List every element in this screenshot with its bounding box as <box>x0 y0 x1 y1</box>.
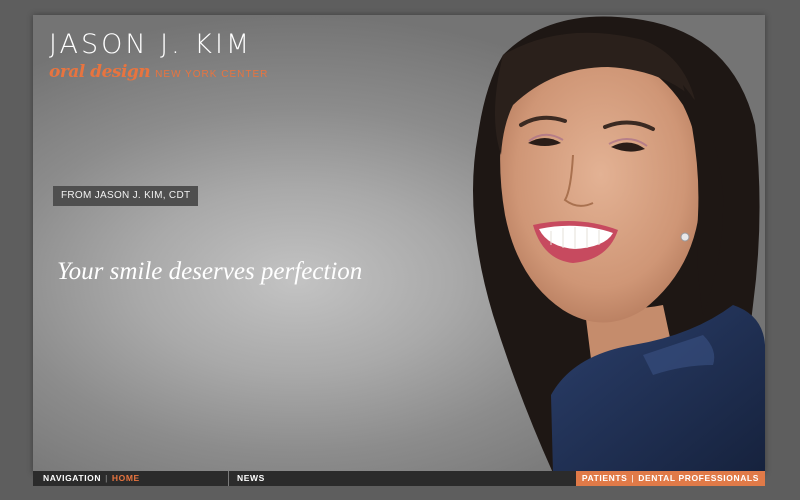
center-label: NEW YORK CENTER <box>155 69 269 80</box>
oral-design-logo: oral design <box>49 62 151 82</box>
nav-dental-professionals-link[interactable]: DENTAL PROFESSIONALS <box>638 473 759 483</box>
site-logo-name[interactable]: JASON J. KIM <box>49 29 252 60</box>
nav-label: NAVIGATION <box>43 473 102 483</box>
nav-patients-link[interactable]: PATIENTS <box>582 473 628 483</box>
audience-switcher: PATIENTS | DENTAL PROFESSIONALS <box>575 471 765 486</box>
bottom-navigation-bar: NAVIGATION | HOME NEWS PATIENTS | DENTAL PRO… <box>33 471 765 486</box>
nav-primary: NAVIGATION | HOME <box>33 471 228 486</box>
author-badge: FROM JASON J. KIM, CDT <box>53 186 199 206</box>
nav-divider <box>228 471 229 486</box>
nav-separator-right: | <box>631 473 635 483</box>
hero-tagline: Your smile deserves perfection <box>57 258 363 285</box>
nav-home-link[interactable]: HOME <box>112 473 140 483</box>
nav-separator: | <box>105 473 108 483</box>
portrait-image <box>473 16 765 473</box>
nav-news-link[interactable]: NEWS <box>237 471 265 486</box>
site-logo-subtitle: oral design NEW YORK CENTER <box>49 62 268 82</box>
hero-frame: JASON J. KIM oral design NEW YORK CENTER… <box>33 15 765 473</box>
